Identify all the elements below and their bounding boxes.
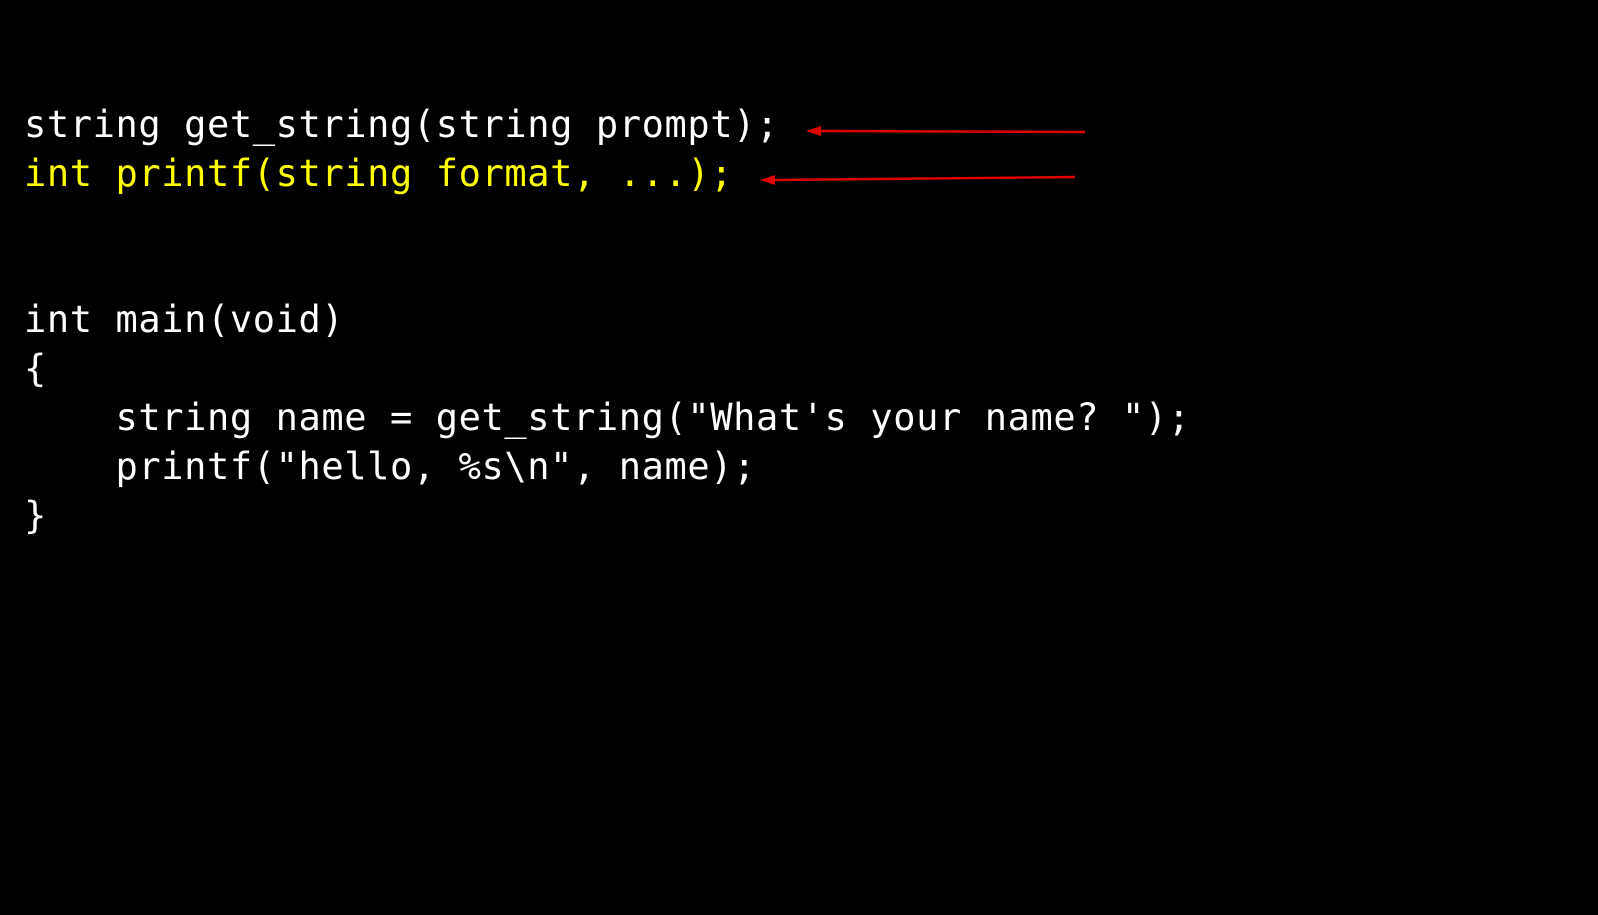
open-brace-line: { (24, 347, 47, 390)
get-string-call-line: string name = get_string("What's your na… (24, 396, 1191, 439)
get-string-prototype-line: string get_string(string prompt); (24, 103, 779, 146)
main-signature-line: int main(void) (24, 298, 345, 341)
printf-call-line: printf("hello, %s\n", name); (24, 445, 757, 488)
arrow-to-printf-prototype (760, 175, 1076, 185)
arrow-to-get-string-prototype (806, 126, 1086, 136)
close-brace-line: } (24, 494, 47, 537)
printf-prototype-line: int printf(string format, ...); (24, 152, 734, 195)
slide-canvas: string get_string(string prompt); int pr… (0, 0, 1598, 915)
